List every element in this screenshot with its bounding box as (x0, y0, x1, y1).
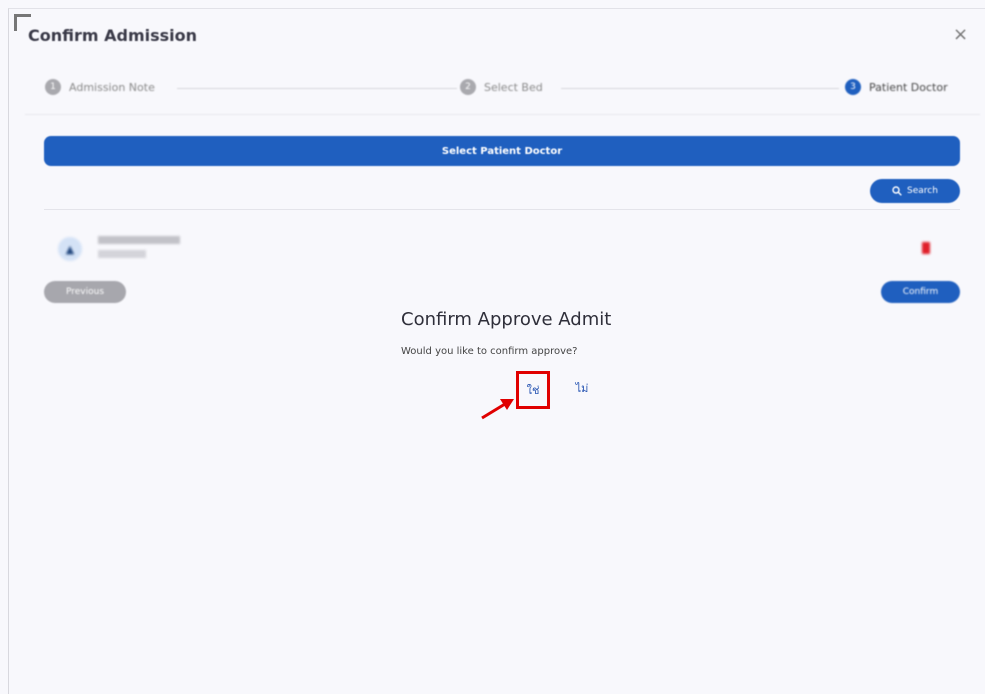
admission-stepper: 1 Admission Note 2 Select Bed 3 Patient … (25, 62, 980, 115)
trash-icon[interactable] (922, 242, 930, 254)
step-indicator: 2 (460, 79, 476, 95)
dialog-message: Would you like to confirm approve? (401, 346, 578, 357)
step-select-bed[interactable]: 2 Select Bed (460, 79, 543, 95)
step-indicator: 3 (845, 79, 861, 95)
divider (44, 209, 960, 210)
doctor-list-item[interactable]: ▲ (58, 232, 938, 266)
search-icon (892, 186, 902, 196)
step-indicator: 1 (45, 79, 61, 95)
no-label: ไม่ (575, 382, 589, 395)
previous-button[interactable]: Previous (44, 281, 126, 303)
step-label: Patient Doctor (869, 80, 948, 94)
step-connector (561, 88, 839, 89)
step-admission-note[interactable]: 1 Admission Note (45, 79, 155, 95)
confirm-button[interactable]: Confirm (881, 281, 960, 303)
search-label: Search (907, 186, 938, 196)
user-icon: ▲ (58, 237, 82, 261)
yes-button[interactable]: ใช่ (516, 371, 550, 409)
red-arrow-icon (481, 399, 514, 420)
no-button[interactable]: ไม่ (572, 378, 592, 398)
step-label: Admission Note (69, 80, 155, 94)
step-patient-doctor[interactable]: 3 Patient Doctor (845, 79, 948, 95)
modal-title: Confirm Admission (28, 26, 198, 45)
doctor-name-redacted (98, 236, 180, 244)
step-label: Select Bed (484, 80, 543, 94)
doctor-id-redacted (98, 250, 146, 258)
search-button[interactable]: Search (870, 179, 960, 203)
step-connector (177, 88, 457, 89)
select-patient-doctor-button[interactable]: Select Patient Doctor (44, 136, 960, 166)
dialog-title: Confirm Approve Admit (401, 309, 612, 330)
yes-label: ใช่ (526, 384, 540, 397)
close-icon[interactable]: × (953, 24, 968, 45)
